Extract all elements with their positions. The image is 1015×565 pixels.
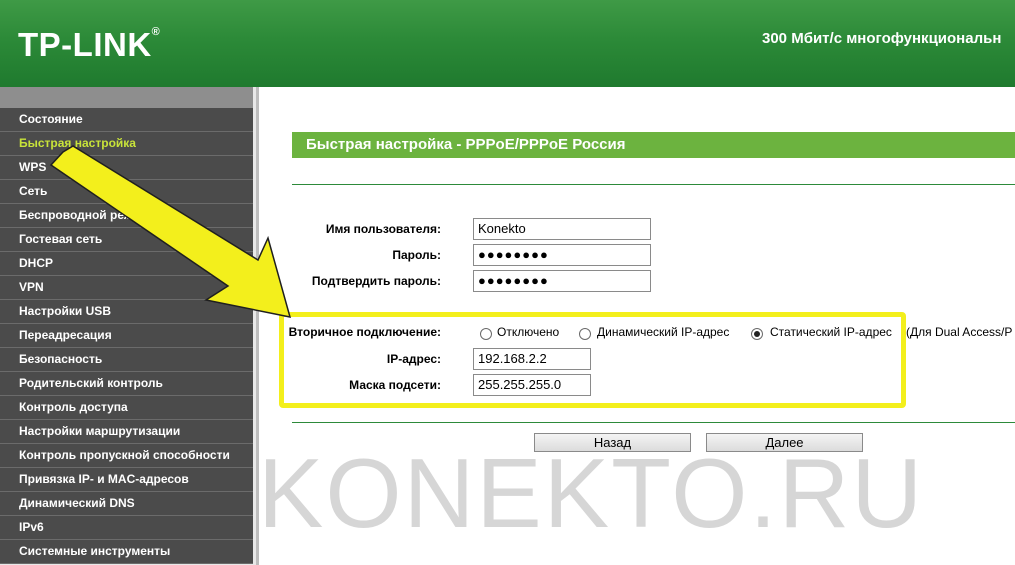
watermark: KONEKTO.RU: [258, 438, 925, 548]
arrow-shape: [49, 145, 292, 318]
